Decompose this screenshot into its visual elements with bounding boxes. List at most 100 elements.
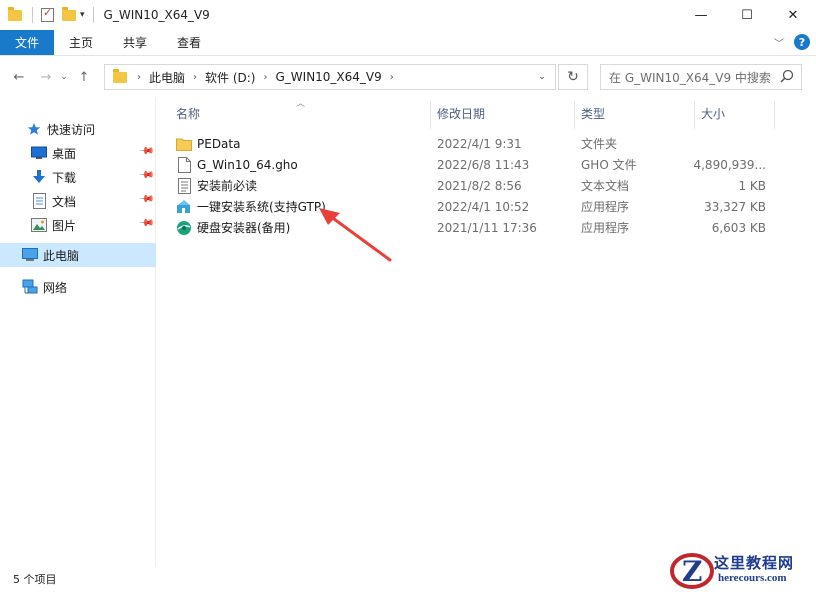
search-placeholder: 在 G_WIN10_X64_V9 中搜索 — [609, 70, 771, 85]
crumb-this-pc[interactable]: 此电脑 — [149, 69, 185, 86]
crumb-separator-icon[interactable]: › — [263, 72, 267, 83]
file-row[interactable]: 硬盘安装器(备用) 2021/1/11 17:36 应用程序 6,603 KB — [170, 217, 774, 238]
file-name-cell: 安装前必读 — [176, 175, 257, 196]
watermark-logo-letter: Z — [682, 555, 702, 588]
pin-icon[interactable]: 📌 — [137, 215, 154, 232]
file-name: 安装前必读 — [197, 179, 258, 193]
sidebar-item-desktop[interactable]: 桌面 📌 — [0, 141, 156, 165]
tab-share[interactable]: 共享 — [108, 30, 162, 55]
address-folder-icon — [113, 68, 127, 83]
folder-icon — [8, 6, 22, 21]
crumb-current-folder[interactable]: G_WIN10_X64_V9 — [275, 70, 381, 84]
column-header-size[interactable]: 大小 — [701, 101, 725, 125]
back-arrow-icon[interactable]: ← — [9, 70, 29, 85]
minimize-button[interactable]: — — [678, 0, 724, 30]
column-header-name[interactable]: 名称 — [176, 101, 200, 125]
sidebar-item-label: 桌面 — [52, 146, 77, 161]
pin-icon[interactable]: 📌 — [137, 143, 154, 160]
sidebar-item-documents[interactable]: 文档 📌 — [0, 189, 156, 213]
text-file-icon — [176, 177, 192, 194]
sidebar-item-network[interactable]: 网络 — [0, 275, 156, 299]
window-title: G_WIN10_X64_V9 — [103, 8, 210, 22]
file-date: 2022/4/1 9:31 — [437, 136, 522, 151]
sidebar-item-label: 图片 — [52, 218, 77, 233]
file-name: G_Win10_64.gho — [197, 157, 298, 172]
sidebar-item-label: 文档 — [52, 194, 77, 209]
quick-access-toolbar: ▾ — [0, 0, 85, 30]
expand-ribbon-chevron-icon[interactable]: ﹀ — [774, 35, 784, 50]
watermark-logo-icon: Z — [670, 553, 714, 589]
crumb-separator-icon[interactable]: › — [390, 72, 394, 83]
column-divider[interactable] — [774, 101, 775, 129]
file-date: 2021/8/2 8:56 — [437, 178, 522, 193]
column-header-date[interactable]: 修改日期 — [437, 101, 485, 125]
maximize-button[interactable]: ☐ — [724, 0, 770, 30]
file-row[interactable]: 安装前必读 2021/8/2 8:56 文本文档 1 KB — [170, 175, 774, 196]
sidebar-item-downloads[interactable]: 下载 📌 — [0, 165, 156, 189]
crumb-separator-icon[interactable]: › — [193, 72, 197, 83]
file-type: 应用程序 — [581, 200, 630, 214]
desktop-icon — [31, 145, 47, 161]
crumb-separator-icon[interactable]: › — [137, 72, 141, 83]
sidebar-item-label: 网络 — [43, 280, 68, 295]
pin-icon[interactable]: 📌 — [137, 191, 154, 208]
file-name: PEData — [197, 136, 241, 151]
sidebar-item-label: 下载 — [52, 170, 77, 185]
maximize-icon: ☐ — [741, 7, 753, 23]
column-divider[interactable] — [430, 101, 431, 129]
file-name-cell: G_Win10_64.gho — [176, 154, 298, 175]
sort-ascending-icon: ︿ — [296, 99, 306, 109]
file-icon — [176, 156, 192, 173]
search-icon[interactable] — [779, 68, 795, 86]
file-date: 2022/4/1 10:52 — [437, 199, 530, 214]
toolbar-divider — [32, 7, 33, 23]
file-type: 文件夹 — [581, 137, 618, 151]
file-name-cell: 一键安装系统(支持GTP) — [176, 196, 326, 217]
installer-app-icon — [176, 199, 192, 215]
tab-home[interactable]: 主页 — [54, 30, 108, 55]
file-size: 1 KB — [738, 178, 766, 193]
pictures-icon — [31, 217, 47, 233]
search-input[interactable]: 在 G_WIN10_X64_V9 中搜索 — [600, 64, 802, 90]
tab-file[interactable]: 文件 — [0, 30, 54, 55]
recent-locations-chevron-icon[interactable]: ⌄ — [58, 72, 70, 82]
file-size: 4,890,939... — [693, 157, 766, 172]
annotation-arrow — [319, 208, 392, 262]
watermark-title: 这里教程网 — [714, 554, 795, 572]
ribbon-right-controls: ﹀ ? — [774, 34, 810, 50]
watermark: Z 这里教程网 herecours.com — [668, 548, 816, 592]
file-row[interactable]: PEData 2022/4/1 9:31 文件夹 — [170, 133, 774, 154]
title-divider — [92, 7, 94, 23]
column-divider[interactable] — [574, 101, 575, 129]
navigation-pane: 快速访问 桌面 📌 下载 📌 文档 📌 图片 📌 此电脑 网络 — [0, 97, 156, 567]
crumb-drive[interactable]: 软件 (D:) — [205, 69, 255, 86]
file-type: GHO 文件 — [581, 158, 637, 172]
forward-arrow-icon[interactable]: → — [36, 70, 56, 85]
column-header-type[interactable]: 类型 — [581, 101, 605, 125]
file-name: 一键安装系统(支持GTP) — [197, 200, 326, 214]
column-divider[interactable] — [694, 101, 695, 129]
file-date: 2022/6/8 11:43 — [437, 157, 530, 172]
up-arrow-icon[interactable]: ↑ — [74, 70, 94, 85]
file-size: 33,327 KB — [704, 199, 766, 214]
address-bar[interactable]: › 此电脑 › 软件 (D:) › G_WIN10_X64_V9 › ⌄ — [104, 64, 556, 90]
close-icon: ✕ — [787, 7, 799, 23]
sidebar-item-this-pc[interactable]: 此电脑 — [0, 243, 156, 267]
properties-icon[interactable] — [41, 6, 54, 22]
customize-toolbar-dropdown-icon[interactable]: ▾ — [80, 10, 85, 20]
refresh-button[interactable]: ↻ — [558, 64, 588, 90]
sidebar-item-label: 此电脑 — [43, 248, 80, 263]
sidebar-item-quick-access[interactable]: 快速访问 — [0, 117, 156, 141]
sidebar-item-pictures[interactable]: 图片 📌 — [0, 213, 156, 237]
new-folder-icon[interactable] — [62, 6, 76, 21]
file-row[interactable]: 一键安装系统(支持GTP) 2022/4/1 10:52 应用程序 33,327… — [170, 196, 774, 217]
computer-icon — [22, 247, 38, 263]
tab-view[interactable]: 查看 — [162, 30, 216, 55]
close-button[interactable]: ✕ — [770, 0, 816, 30]
pin-icon[interactable]: 📌 — [137, 167, 154, 184]
file-row[interactable]: G_Win10_64.gho 2022/6/8 11:43 GHO 文件 4,8… — [170, 154, 774, 175]
file-name-cell: PEData — [176, 133, 240, 154]
download-icon — [31, 169, 47, 185]
help-icon[interactable]: ? — [794, 34, 810, 50]
address-dropdown-chevron-icon[interactable]: ⌄ — [529, 65, 555, 89]
